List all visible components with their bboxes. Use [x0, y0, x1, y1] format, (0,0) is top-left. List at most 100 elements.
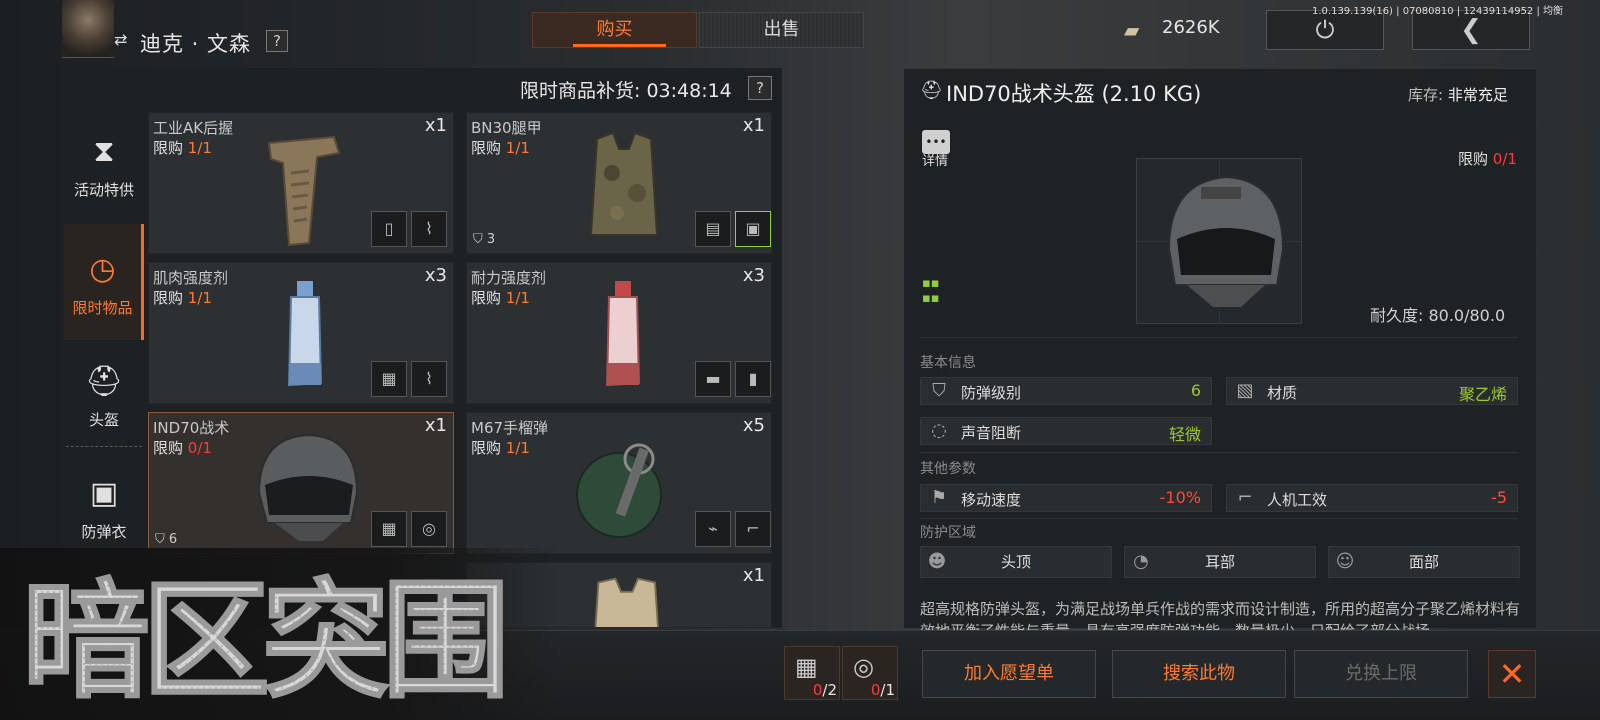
leg-armor-image	[589, 131, 659, 236]
pistol-icon: ⌐	[1237, 487, 1253, 508]
category-helmet[interactable]: ⛑ 头盔	[64, 364, 144, 444]
item-detail-panel	[904, 68, 1536, 628]
section-other-params: 其他参数	[920, 461, 976, 477]
shop-item-card[interactable]: 肌肉强度剂 限购 1/1 x3 ▦ ⌇	[148, 262, 454, 404]
category-event[interactable]: ⧗ 活动特供	[64, 134, 144, 224]
cost-slot[interactable]: ⌐	[735, 511, 771, 547]
item-preview[interactable]	[1136, 158, 1302, 324]
shop-item-card[interactable]: M67手榴弹 限购 1/1 x5 ⌁ ⌐	[466, 412, 772, 554]
restock-help-button[interactable]: ?	[748, 76, 772, 100]
add-to-wishlist-button[interactable]: 加入愿望单	[922, 650, 1096, 698]
game-logo: 暗区突围	[22, 566, 511, 710]
section-protection-zone: 防护区域	[920, 525, 976, 541]
document-icon: ▦	[795, 653, 818, 681]
divider	[920, 518, 1518, 519]
zone-ears: ◔ 耳部	[1124, 546, 1316, 578]
shop-item-card-selected[interactable]: IND70战术 限购 0/1 x1 ⛉ 6 ▦ ◎	[148, 412, 454, 554]
item-quantity: x1	[424, 115, 447, 136]
trader-help-button[interactable]: ?	[266, 30, 288, 52]
clock-icon: ◷	[89, 252, 116, 287]
item-quantity: x1	[742, 115, 765, 136]
material-icon: ▧	[1236, 380, 1254, 401]
item-quantity: x3	[742, 265, 765, 286]
section-basic-info: 基本信息	[920, 355, 976, 371]
category-label: 活动特供	[73, 181, 134, 199]
close-button[interactable]: ✕	[1488, 650, 1536, 698]
cost-slot[interactable]: ▦	[371, 361, 407, 397]
cost-slot[interactable]: ⌁	[695, 511, 731, 547]
shop-item-card[interactable]: 工业AK后握 限购 1/1 x1 ▯ ⌇	[148, 112, 454, 254]
item-limit: 限购 0/1	[153, 439, 212, 457]
search-item-button[interactable]: 搜索此物	[1112, 650, 1286, 698]
item-limit: 限购 1/1	[471, 439, 530, 457]
cost-slot[interactable]: ▯	[371, 211, 407, 247]
ring-icon: ◎	[853, 653, 874, 681]
category-armor[interactable]: ▣ 防弹衣	[64, 476, 144, 556]
divider	[920, 337, 1518, 338]
item-name: 耐力强度剂	[471, 269, 547, 287]
armor-class-badge: ⛉ 3	[473, 232, 496, 247]
cost-slot[interactable]: ▤	[695, 211, 731, 247]
shop-item-card[interactable]: BN30腿甲 限购 1/1 x1 ⛉ 3 ▤ ▣	[466, 112, 772, 254]
category-label: 限时物品	[72, 299, 133, 317]
attr-material: ▧ 材质 聚乙烯	[1226, 377, 1518, 405]
cost-slot[interactable]: ⌇	[411, 361, 447, 397]
category-limited[interactable]: ◷ 限时物品	[64, 224, 144, 340]
item-name: 工业AK后握	[153, 119, 234, 137]
cost-slot[interactable]: ▣	[735, 211, 771, 247]
item-name: M67手榴弹	[471, 419, 549, 437]
tab-buy[interactable]: 购买	[532, 12, 697, 48]
helmet-icon: ⛑	[84, 364, 124, 399]
zone-face: ☺ 面部	[1328, 546, 1520, 578]
grip-image	[267, 135, 341, 247]
build-info: 1.0.139.139(16) | 07080810 | 12439114952…	[1312, 6, 1564, 17]
item-title: IND70战术头盔 (2.10 KG)	[946, 82, 1202, 106]
item-limit: 限购 1/1	[153, 289, 212, 307]
shop-item-card[interactable]: 耐力强度剂 限购 1/1 x3 ▬ ▮	[466, 262, 772, 404]
item-quantity: x1	[742, 565, 765, 586]
trader-avatar[interactable]	[62, 0, 114, 58]
cost-slot[interactable]: ▮	[735, 361, 771, 397]
ear-muted-icon: ◌	[931, 420, 947, 441]
item-quantity: x1	[424, 415, 447, 436]
cost-slot[interactable]: ▬	[695, 361, 731, 397]
purchase-limit: 限购 0/1	[1458, 150, 1517, 168]
item-limit: 限购 1/1	[153, 139, 212, 157]
detail-info-label[interactable]: 详情	[922, 150, 948, 169]
exchange-limit-button[interactable]: 兑换上限	[1294, 650, 1468, 698]
ear-icon: ◔	[1133, 551, 1149, 572]
item-name: 肌肉强度剂	[153, 269, 229, 287]
cost-slot[interactable]: ⌇	[411, 211, 447, 247]
cost-item-ring[interactable]: ◎ 0/1	[842, 646, 898, 700]
item-quantity: x5	[742, 415, 765, 436]
armor-class-badge: ⛉ 6	[155, 532, 178, 547]
item-limit: 限购 1/1	[471, 289, 530, 307]
stock-status: 库存: 非常充足	[1408, 86, 1508, 104]
attr-move-speed: ⚑ 移动速度 -10%	[920, 484, 1212, 512]
tab-sell[interactable]: 出售	[699, 12, 864, 48]
category-divider	[66, 446, 142, 447]
svg-text:暗区突围: 暗区突围	[22, 567, 502, 710]
durability: 耐久度: 80.0/80.0	[1370, 306, 1506, 325]
grenade-image	[576, 443, 662, 538]
helmet-icon: ⛑	[920, 80, 943, 101]
attr-armor-level: ⛉ 防弹级别 6	[920, 377, 1212, 405]
restock-timer: 限时商品补货: 03:48:14	[520, 80, 732, 102]
cost-slot[interactable]: ▦	[371, 511, 407, 547]
attr-ergonomics: ⌐ 人机工效 -5	[1226, 484, 1518, 512]
injector-image	[605, 281, 641, 387]
category-label: 防弹衣	[81, 523, 127, 541]
cost-slot[interactable]: ◎	[411, 511, 447, 547]
cost-item-document[interactable]: ▦ 0/2	[784, 646, 840, 700]
attr-sound-block: ◌ 声音阻断 轻微	[920, 417, 1212, 445]
money-balance: 2626K	[1162, 17, 1220, 38]
running-icon: ⚑	[930, 487, 948, 508]
item-limit: 限购 1/1	[471, 139, 530, 157]
helmet-image	[1167, 175, 1285, 307]
head-icon: ☻	[927, 551, 947, 572]
item-name: IND70战术	[153, 419, 230, 437]
shield-icon: ⛉	[932, 380, 946, 401]
swap-trader-icon[interactable]: ⇄	[114, 30, 134, 50]
item-name: BN30腿甲	[471, 119, 542, 137]
trader-name: 迪克 · 文森	[140, 32, 252, 56]
